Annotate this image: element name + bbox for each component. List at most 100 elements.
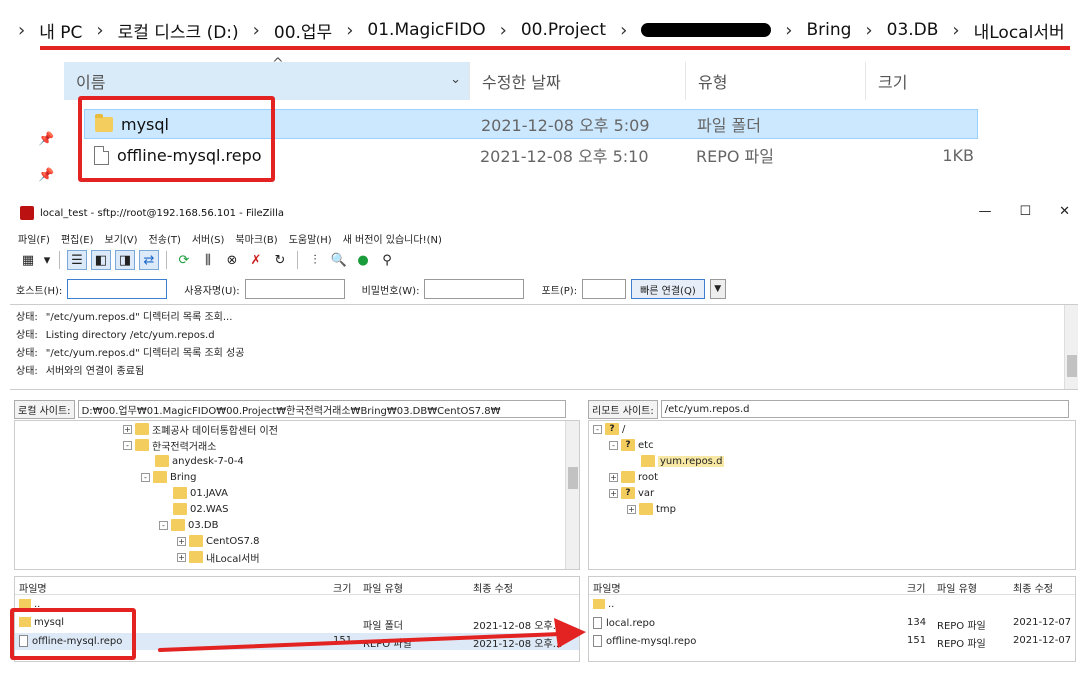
window-title: local_test - sftp://root@192.168.56.101 …: [40, 207, 284, 219]
local-tree-scrollbar[interactable]: [565, 421, 579, 569]
tree-item[interactable]: 02.WAS: [173, 501, 228, 517]
sync-browse-icon[interactable]: ●: [353, 250, 373, 270]
toggle-remote-tree-icon[interactable]: ◨: [115, 250, 135, 270]
tree-label: Bring: [170, 471, 197, 483]
tree-item[interactable]: - Bring: [141, 469, 196, 485]
collapse-icon[interactable]: -: [593, 424, 602, 434]
menu-transfer[interactable]: 전송(T): [149, 231, 181, 246]
breadcrumb-item[interactable]: 내Local서버: [974, 18, 1065, 43]
menu-view[interactable]: 보기(V): [105, 231, 138, 246]
username-label: 사용자명(U):: [184, 285, 240, 297]
breadcrumb-item[interactable]: Bring: [806, 20, 851, 40]
collapse-icon[interactable]: +: [609, 488, 618, 498]
remote-path-input[interactable]: /etc/yum.repos.d: [660, 400, 1069, 418]
filter-icon[interactable]: ⫶: [305, 250, 325, 270]
toggle-log-icon[interactable]: ☰: [67, 250, 87, 270]
compare-icon[interactable]: 🔍: [329, 250, 349, 270]
cancel-icon[interactable]: ⊗: [222, 250, 242, 270]
tree-item[interactable]: + 조폐공사 데이터통합센터 이전: [123, 421, 278, 437]
column-size[interactable]: 크기: [866, 62, 984, 100]
tree-item[interactable]: - 한국전력거래소: [123, 437, 216, 453]
tree-item[interactable]: 01.JAVA: [173, 485, 228, 501]
chevron-down-icon[interactable]: ⌄: [450, 72, 461, 87]
tree-item[interactable]: +? var: [609, 485, 654, 501]
local-path-input[interactable]: D:₩00.업무₩01.MagicFIDO₩00.Project₩한국전력거래소…: [77, 400, 566, 418]
breadcrumb-item[interactable]: 내 PC: [39, 18, 82, 43]
table-row[interactable]: offline-mysql.repo 151 REPO 파일 2021-12-0…: [589, 633, 1075, 650]
table-row[interactable]: local.repo 134 REPO 파일 2021-12-07 ...: [589, 615, 1075, 632]
username-input[interactable]: [244, 279, 345, 299]
collapse-icon[interactable]: -: [159, 520, 168, 530]
expand-icon[interactable]: +: [627, 504, 636, 514]
pin-icon[interactable]: 📌: [38, 132, 54, 148]
tree-item[interactable]: + 내Local서버: [177, 549, 260, 565]
breadcrumb-item[interactable]: 01.MagicFIDO: [367, 20, 485, 40]
menu-edit[interactable]: 편집(E): [61, 231, 94, 246]
tree-item[interactable]: yum.repos.d: [641, 453, 725, 469]
breadcrumb-item[interactable]: 00.Project: [521, 20, 606, 40]
transfer-queue-icon[interactable]: ⇄: [139, 250, 159, 270]
column-name[interactable]: ^ 이름 ⌄: [64, 56, 470, 100]
column-date[interactable]: 수정한 날짜: [470, 62, 686, 100]
collapse-icon[interactable]: -: [141, 472, 150, 482]
tree-item[interactable]: -? etc: [609, 437, 654, 453]
minimize-icon[interactable]: —: [978, 204, 991, 219]
log-scrollbar[interactable]: [1064, 305, 1078, 389]
expand-icon[interactable]: +: [177, 552, 186, 562]
menu-server[interactable]: 서버(S): [192, 231, 225, 246]
column-type[interactable]: 유형: [686, 62, 866, 100]
process-queue-icon[interactable]: ⫼: [198, 250, 218, 270]
collapse-icon[interactable]: -: [609, 440, 618, 450]
table-row[interactable]: ..: [589, 597, 1075, 614]
remote-site-label: 리모트 사이트:: [588, 399, 658, 419]
refresh-icon[interactable]: ⟳: [174, 250, 194, 270]
site-manager-icon[interactable]: ▦: [18, 250, 38, 270]
breadcrumb-item[interactable]: 00.업무: [274, 18, 332, 43]
header-type[interactable]: 파일 유형: [937, 580, 977, 595]
host-label: 호스트(H):: [16, 285, 63, 297]
chevron-right-icon: ›: [952, 19, 960, 41]
breadcrumb-item[interactable]: 03.DB: [887, 20, 939, 40]
host-input[interactable]: [67, 279, 168, 299]
chevron-down-icon[interactable]: ▾: [42, 250, 52, 270]
chevron-down-icon[interactable]: ▼: [709, 279, 726, 299]
header-size[interactable]: 크기: [333, 580, 351, 595]
toggle-local-tree-icon[interactable]: ◧: [91, 250, 111, 270]
disconnect-icon[interactable]: ✗: [246, 250, 266, 270]
close-icon[interactable]: ✕: [1059, 204, 1070, 219]
expand-icon[interactable]: +: [609, 472, 618, 482]
tree-label: yum.repos.d: [658, 455, 725, 467]
folder-icon: [593, 599, 605, 609]
quickconnect-button[interactable]: 빠른 연결(Q): [631, 279, 705, 299]
tree-item[interactable]: + CentOS7.8: [177, 533, 260, 549]
menu-help[interactable]: 도움말(H): [289, 231, 332, 246]
expand-icon[interactable]: +: [123, 424, 132, 434]
header-size[interactable]: 크기: [907, 580, 925, 595]
tree-item[interactable]: anydesk-7-0-4: [155, 453, 244, 469]
collapse-icon[interactable]: -: [123, 440, 132, 450]
menu-bookmarks[interactable]: 북마크(B): [235, 231, 277, 246]
tree-item[interactable]: + root: [609, 469, 658, 485]
header-modified[interactable]: 최종 수정: [1013, 580, 1053, 595]
password-input[interactable]: [424, 279, 525, 299]
search-files-icon[interactable]: ⚲: [377, 250, 397, 270]
breadcrumb-item[interactable]: 로컬 디스크 (D:): [118, 18, 239, 43]
header-filename[interactable]: 파일명: [593, 580, 621, 595]
expand-icon[interactable]: +: [177, 536, 186, 546]
menu-new-version[interactable]: 새 버전이 있습니다!(N): [343, 231, 442, 246]
header-type[interactable]: 파일 유형: [363, 580, 403, 595]
tree-item[interactable]: -? /: [593, 421, 625, 437]
tree-item[interactable]: - 03.DB: [159, 517, 218, 533]
maximize-icon[interactable]: ☐: [1019, 204, 1031, 219]
header-modified[interactable]: 최종 수정: [473, 580, 513, 595]
chevron-right-icon: ›: [499, 19, 507, 41]
log-line: 상태: "/etc/yum.repos.d" 디렉터리 목록 조회...: [16, 309, 1072, 327]
pin-icon[interactable]: 📌: [38, 168, 54, 184]
address-breadcrumb[interactable]: › 내 PC › 로컬 디스크 (D:) › 00.업무 › 01.MagicF…: [14, 10, 1065, 50]
port-input[interactable]: [582, 279, 627, 299]
menu-file[interactable]: 파일(F): [18, 231, 50, 246]
tree-item[interactable]: + tmp: [627, 501, 676, 517]
row-type: REPO 파일: [363, 639, 412, 650]
reconnect-icon[interactable]: ↻: [270, 250, 290, 270]
header-filename[interactable]: 파일명: [19, 580, 47, 595]
